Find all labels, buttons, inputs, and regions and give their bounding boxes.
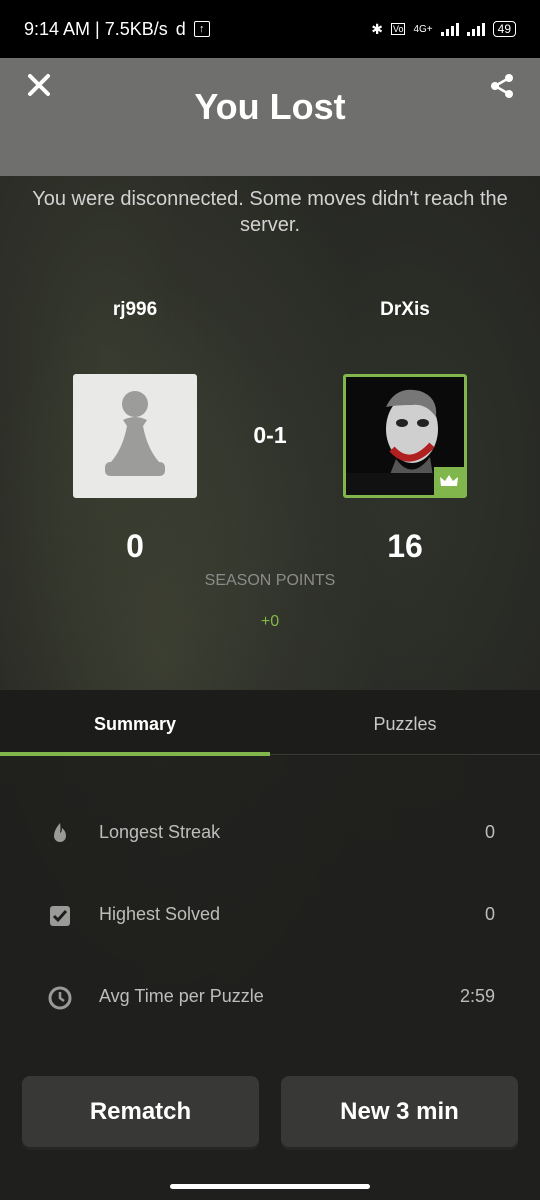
stat-value: 0 (484, 904, 495, 924)
battery-icon: 49 (492, 21, 516, 37)
checkbox-icon (50, 906, 70, 926)
status-left: 9:14 AM | 7.5KB/s d ↑ (24, 19, 210, 40)
result-header: You Lost (0, 58, 540, 176)
stat-row-longest-streak: Longest Streak 0 (0, 814, 540, 854)
stat-value: 2:59 (459, 986, 495, 1006)
stat-label: Longest Streak (99, 822, 221, 842)
disconnect-message: You were disconnected. Some moves didn't… (32, 188, 508, 236)
status-bar: 9:14 AM | 7.5KB/s d ↑ ✱ Vo 4G+ 49 (0, 0, 540, 58)
network-type: 4G+ (413, 23, 433, 35)
stat-row-highest-solved: Highest Solved 0 (0, 896, 540, 936)
stat-label: Highest Solved (99, 904, 221, 924)
page-title: You Lost (194, 86, 346, 127)
crown-icon (440, 475, 458, 486)
player-right-avatar[interactable] (343, 374, 467, 498)
clock-icon (48, 986, 72, 1010)
tab-summary[interactable]: Summary (0, 690, 270, 756)
flame-icon (54, 823, 66, 842)
new-game-button[interactable]: New 3 min (281, 1076, 518, 1147)
tab-active-indicator (0, 752, 270, 756)
season-points-label: SEASON POINTS (204, 572, 336, 589)
upload-icon: ↑ (193, 21, 210, 37)
season-points-delta: +0 (260, 613, 280, 630)
status-time: 9:14 AM | 7.5KB/s (24, 18, 168, 39)
bluetooth-icon: ✱ (371, 20, 383, 37)
player-left-avatar[interactable] (73, 374, 197, 498)
status-right: ✱ Vo 4G+ 49 (371, 21, 516, 38)
pawn-icon (105, 391, 165, 476)
tab-puzzles[interactable]: Puzzles (270, 690, 540, 756)
signal-icon (440, 22, 459, 36)
rematch-button[interactable]: Rematch (22, 1076, 259, 1147)
crown-badge (434, 467, 464, 495)
stat-row-avg-time: Avg Time per Puzzle 2:59 (0, 978, 540, 1018)
volte-icon: Vo (390, 23, 406, 35)
player-left-name: rj996 (112, 299, 158, 320)
stat-value: 0 (484, 822, 495, 842)
tab-bar: Summary Puzzles (0, 690, 540, 756)
player-right-name: DrXis (380, 299, 430, 320)
signal-icon-2 (466, 22, 485, 36)
stat-label: Avg Time per Puzzle (99, 986, 264, 1006)
home-indicator[interactable] (170, 1184, 370, 1189)
share-icon (491, 74, 513, 98)
data-saver-icon: d (175, 18, 186, 39)
share-button[interactable] (488, 72, 516, 100)
match-score: 0-1 (253, 422, 287, 448)
player-right-points: 16 (387, 528, 423, 564)
player-left-points: 0 (126, 528, 144, 564)
